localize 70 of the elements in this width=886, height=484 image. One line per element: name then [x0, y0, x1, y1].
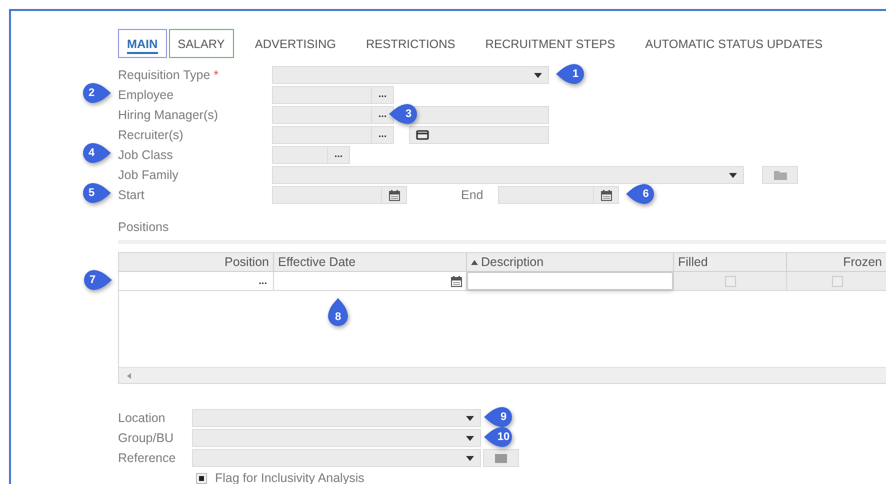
scroll-left-icon: [127, 372, 131, 378]
field-label: End: [461, 186, 484, 204]
tab[interactable]: ADVERTISING: [246, 29, 345, 58]
section-title: Positions: [118, 219, 170, 235]
column-header[interactable]: Filled: [674, 253, 787, 272]
field-label: Reference: [118, 450, 176, 466]
dropdown-field[interactable]: [192, 449, 481, 467]
column-header[interactable]: Frozen: [787, 253, 886, 272]
square-icon: [495, 454, 507, 462]
scrollbar[interactable]: [119, 367, 886, 383]
lookup-button[interactable]: ...: [328, 146, 350, 164]
field-label: Employee: [118, 87, 174, 103]
field-label: Job Family: [118, 167, 178, 183]
callout-marker: 9: [483, 405, 515, 429]
callout-marker: 7: [81, 268, 113, 292]
dropdown-field[interactable]: [272, 166, 744, 184]
field-label: Hiring Manager(s): [118, 107, 218, 123]
input-field[interactable]: [272, 126, 372, 144]
caret-icon: [466, 416, 474, 420]
square-button[interactable]: [483, 449, 519, 467]
tab[interactable]: MAIN: [118, 29, 167, 58]
column-header[interactable]: Position: [119, 253, 274, 272]
input-field[interactable]: [272, 186, 382, 204]
folder-button[interactable]: [762, 166, 798, 184]
calendar-icon: [388, 190, 400, 200]
checkbox[interactable]: [196, 472, 207, 484]
tab[interactable]: SALARY: [168, 29, 234, 58]
column-header[interactable]: Effective Date: [274, 253, 467, 272]
callout-marker: 8: [326, 297, 350, 329]
field-label: Requisition Type *: [118, 67, 219, 83]
tab[interactable]: AUTOMATIC STATUS UPDATES: [636, 29, 832, 58]
input-field[interactable]: [409, 126, 549, 144]
input-field[interactable]: [498, 186, 594, 204]
lookup-button[interactable]: ...: [372, 126, 394, 144]
calendar-icon: [451, 276, 462, 286]
tab[interactable]: RECRUITMENT STEPS: [476, 29, 624, 58]
dropdown-field[interactable]: [192, 429, 481, 447]
lookup-button[interactable]: ...: [372, 86, 394, 104]
lookup-button[interactable]: ...: [372, 106, 394, 124]
callout-marker: 10: [483, 425, 515, 449]
calendar-button[interactable]: [382, 186, 407, 204]
tab[interactable]: RESTRICTIONS: [356, 29, 464, 58]
dropdown-field[interactable]: [272, 66, 549, 84]
caret-icon: [466, 456, 474, 460]
caret-icon: [534, 72, 542, 78]
checkbox[interactable]: [724, 276, 736, 286]
callout-marker: 3: [388, 102, 420, 126]
field-label: Start: [118, 187, 144, 203]
calendar-icon: [600, 190, 612, 200]
callout-marker: 1: [555, 62, 587, 86]
text-field[interactable]: [467, 272, 673, 290]
checkbox-label: Flag for Inclusivity Analysis: [215, 470, 364, 484]
checkbox[interactable]: [832, 276, 843, 286]
input-field[interactable]: [272, 106, 372, 124]
field-label: Group/BU: [118, 430, 174, 446]
callout-marker: 5: [80, 181, 112, 205]
field-label: Job Class: [118, 147, 173, 163]
calendar-button[interactable]: [594, 186, 620, 204]
caret-icon: [729, 172, 737, 178]
folder-icon: [774, 170, 786, 180]
dropdown-field[interactable]: [192, 409, 481, 427]
input-field[interactable]: [272, 146, 328, 164]
input-field[interactable]: [272, 86, 372, 104]
field-label: Location: [118, 410, 166, 426]
column-header[interactable]: Description: [467, 253, 674, 272]
window-icon: [416, 130, 429, 140]
callout-marker: 2: [80, 81, 112, 105]
caret-icon: [466, 436, 474, 440]
callout-marker: 4: [80, 141, 112, 165]
field-label: Recruiter(s): [118, 127, 184, 143]
